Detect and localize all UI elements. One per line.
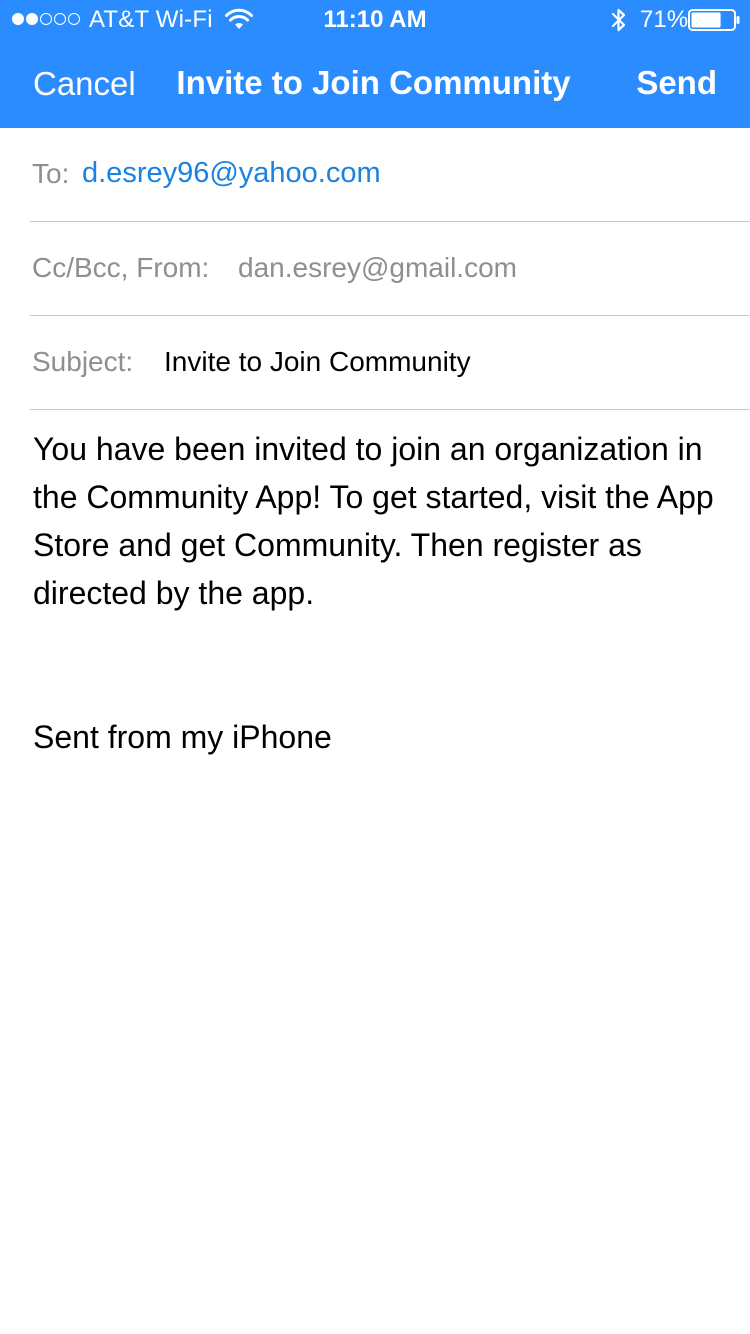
send-button[interactable]: Send xyxy=(636,64,717,102)
email-signature[interactable]: Sent from my iPhone xyxy=(33,713,332,761)
header: AT&T Wi-Fi 11:10 AM 71% Cancel Invite to… xyxy=(0,0,750,128)
navigation-bar: Cancel Invite to Join Community Send xyxy=(0,40,750,128)
cc-bcc-from-label: Cc/Bcc, From: xyxy=(32,252,210,283)
status-time: 11:10 AM xyxy=(323,6,427,33)
subject-input[interactable]: Invite to Join Community xyxy=(164,346,471,378)
bluetooth-icon xyxy=(611,8,626,32)
to-label: To: xyxy=(32,158,70,189)
battery-icon xyxy=(688,9,740,31)
to-field[interactable]: To: d.esrey96@yahoo.com xyxy=(30,128,750,222)
cc-bcc-from-field[interactable]: Cc/Bcc, From: dan.esrey@gmail.com xyxy=(30,222,750,316)
battery-fill xyxy=(691,12,721,28)
battery-percentage: 71% xyxy=(640,6,689,33)
status-bar: AT&T Wi-Fi 11:10 AM 71% xyxy=(0,0,750,40)
mail-compose-screen: AT&T Wi-Fi 11:10 AM 71% Cancel Invite to… xyxy=(0,0,750,1334)
subject-field[interactable]: Subject: Invite to Join Community xyxy=(30,316,750,410)
from-address[interactable]: dan.esrey@gmail.com xyxy=(238,252,517,284)
message-body[interactable]: You have been invited to join an organiz… xyxy=(33,425,723,617)
to-recipient[interactable]: d.esrey96@yahoo.com xyxy=(82,157,381,190)
subject-label: Subject: xyxy=(32,346,134,377)
